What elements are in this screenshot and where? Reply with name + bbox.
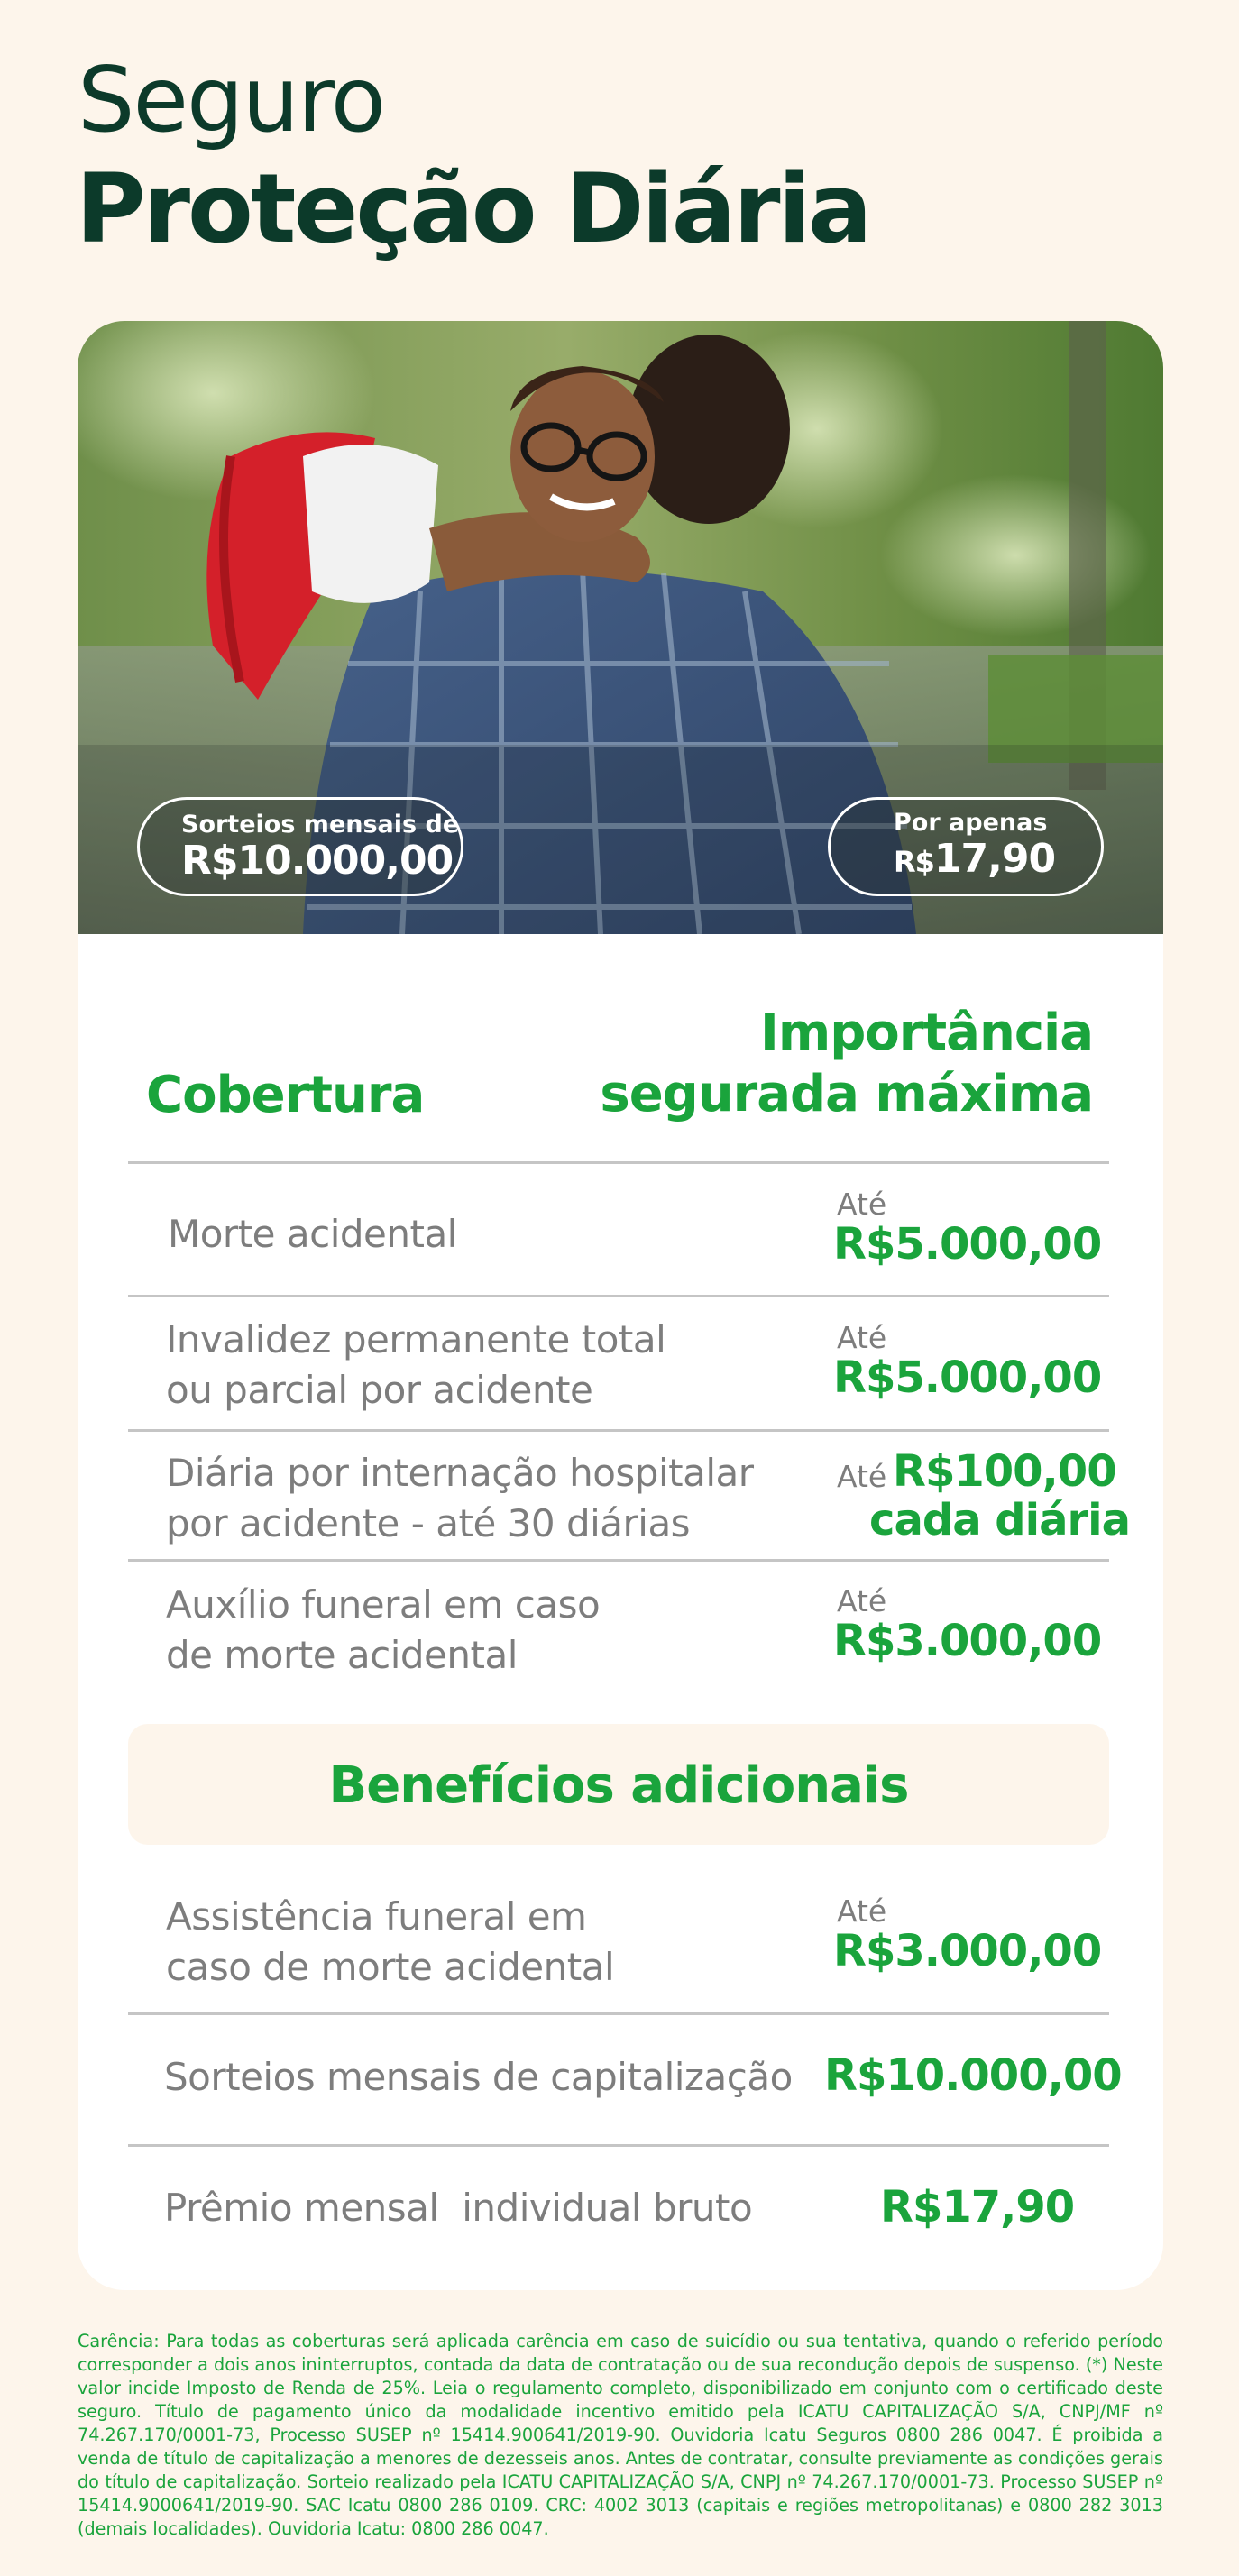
benefit-row-label-line1: Prêmio mensal individual bruto xyxy=(164,2186,753,2230)
value-prefix: Até xyxy=(837,1893,887,1929)
benefit-row-label: Sorteios mensais de capitalização xyxy=(164,2052,793,2103)
coverage-row-value: R$3.000,00 xyxy=(833,1616,1102,1666)
page-title-main: Proteção Diária xyxy=(76,153,872,264)
value-prefix: Até xyxy=(837,1459,887,1494)
raffle-badge: Sorteios mensais de R$10.000,00 xyxy=(137,797,463,896)
coverage-row-value: R$100,00 xyxy=(893,1446,1117,1497)
divider xyxy=(128,1295,1109,1297)
coverage-row-value: R$5.000,00 xyxy=(833,1352,1102,1403)
coverage-row-label: Auxílio funeral em caso de morte acident… xyxy=(166,1580,601,1681)
price-badge-amount: R$17,90 xyxy=(894,836,1056,882)
value-prefix: Até xyxy=(837,1583,887,1618)
benefit-row-label-line1: Assistência funeral em xyxy=(166,1894,587,1939)
raffle-badge-amount: R$10.000,00 xyxy=(181,838,454,884)
coverage-row-label-line1: Morte acidental xyxy=(168,1212,457,1256)
hero-photo: Sorteios mensais de R$10.000,00 Por apen… xyxy=(78,321,1163,934)
coverage-row-label: Morte acidental xyxy=(168,1209,457,1260)
coverage-row-value: R$5.000,00 xyxy=(833,1219,1102,1270)
price-badge-caption: Por apenas xyxy=(894,809,1048,837)
insured-amount-column-header: Importância segurada máxima xyxy=(588,1003,1094,1125)
coverage-row-label-line1: Invalidez permanente total xyxy=(166,1317,666,1361)
additional-benefits-title: Benefícios adicionais xyxy=(328,1756,910,1815)
price-badge: Por apenas R$17,90 xyxy=(828,797,1104,896)
benefit-row-value: R$10.000,00 xyxy=(824,2050,1123,2101)
benefit-row-label-line2: caso de morte acidental xyxy=(166,1945,615,1989)
value-prefix: Até xyxy=(837,1187,887,1222)
page-title-top: Seguro xyxy=(78,47,386,152)
price-badge-currency: R$ xyxy=(894,845,935,879)
divider xyxy=(128,2012,1109,2015)
additional-benefits-banner: Benefícios adicionais xyxy=(128,1724,1109,1845)
coverage-row-value-suffix: cada diária xyxy=(869,1495,1131,1545)
divider xyxy=(128,2144,1109,2147)
insured-amount-header-line1: Importância xyxy=(760,1004,1094,1062)
benefit-row-label: Prêmio mensal individual bruto xyxy=(164,2183,753,2233)
coverage-row-label-line2: ou parcial por acidente xyxy=(166,1368,593,1412)
coverage-column-header: Cobertura xyxy=(146,1066,425,1124)
benefit-row-label-line1: Sorteios mensais de capitalização xyxy=(164,2055,793,2099)
benefit-row-label: Assistência funeral em caso de morte aci… xyxy=(166,1892,615,1993)
coverage-row-label-line2: por acidente - até 30 diárias xyxy=(166,1501,691,1545)
divider xyxy=(128,1161,1109,1164)
legal-disclaimer: Carência: Para todas as coberturas será … xyxy=(78,2331,1163,2539)
divider xyxy=(128,1429,1109,1432)
coverage-row-label-line1: Diária por internação hospitalar xyxy=(166,1451,754,1495)
divider xyxy=(128,1559,1109,1562)
benefit-row-value: R$3.000,00 xyxy=(833,1926,1102,1976)
coverage-row-label-line1: Auxílio funeral em caso xyxy=(166,1582,601,1627)
coverage-row-label: Diária por internação hospitalar por aci… xyxy=(166,1448,754,1549)
price-badge-value: 17,90 xyxy=(933,836,1056,882)
coverage-row-label: Invalidez permanente total ou parcial po… xyxy=(166,1315,666,1416)
raffle-badge-caption: Sorteios mensais de xyxy=(181,811,460,839)
value-prefix: Até xyxy=(837,1320,887,1355)
benefit-row-value: R$17,90 xyxy=(880,2182,1075,2232)
insured-amount-header-line2: segurada máxima xyxy=(600,1065,1094,1123)
product-card: Sorteios mensais de R$10.000,00 Por apen… xyxy=(78,321,1163,2290)
coverage-row-label-line2: de morte acidental xyxy=(166,1633,518,1677)
